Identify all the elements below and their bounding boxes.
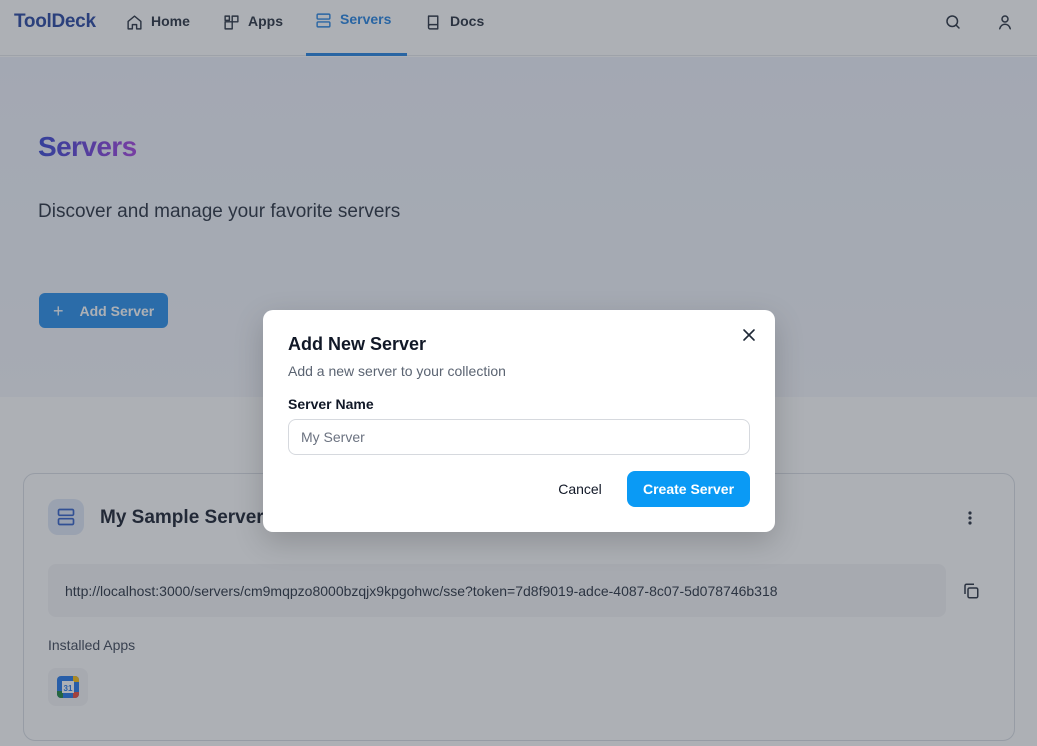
dialog-title: Add New Server xyxy=(288,334,427,354)
server-name-label: Server Name xyxy=(288,396,374,412)
dialog-description: Add a new server to your collection xyxy=(288,363,506,379)
create-server-button[interactable]: Create Server xyxy=(627,471,750,507)
close-icon[interactable] xyxy=(742,328,756,342)
cancel-button[interactable]: Cancel xyxy=(544,471,616,507)
add-server-dialog: Add New Server Add a new server to your … xyxy=(263,310,775,532)
server-name-input[interactable] xyxy=(288,419,750,455)
